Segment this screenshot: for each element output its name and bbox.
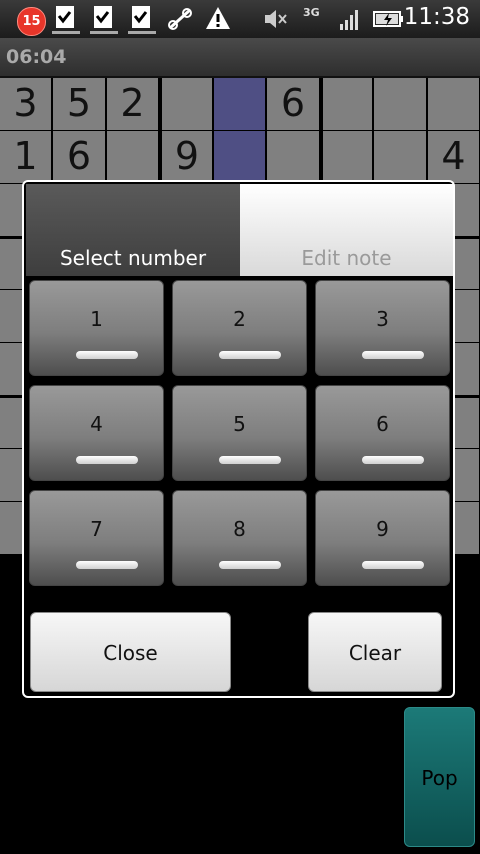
board-cell[interactable]: 3 xyxy=(0,78,51,130)
number-button-3[interactable]: 3 xyxy=(315,280,450,376)
title-bar: 06:04 xyxy=(0,38,480,78)
board-cell[interactable] xyxy=(214,78,265,130)
board-cell[interactable] xyxy=(214,131,265,183)
download-icon xyxy=(88,4,120,40)
number-label: 1 xyxy=(90,307,103,331)
board-cell[interactable]: 6 xyxy=(53,131,105,183)
note-indicator xyxy=(362,561,424,569)
timer: 06:04 xyxy=(6,46,67,68)
number-label: 7 xyxy=(90,517,103,541)
close-button[interactable]: Close xyxy=(30,612,231,692)
warning-icon xyxy=(204,4,232,38)
number-label: 3 xyxy=(376,307,389,331)
board-cell[interactable] xyxy=(267,131,319,183)
number-button-2[interactable]: 2 xyxy=(172,280,307,376)
note-indicator xyxy=(76,561,138,569)
note-indicator xyxy=(76,456,138,464)
number-label: 8 xyxy=(233,517,246,541)
notification-badge: 15 xyxy=(17,7,46,36)
note-indicator xyxy=(219,351,281,359)
number-label: 2 xyxy=(233,307,246,331)
download-icon xyxy=(126,4,158,40)
tab-select-number[interactable]: Select number xyxy=(26,184,240,276)
board-cell[interactable]: 5 xyxy=(53,78,105,130)
clock: 11:38 xyxy=(403,4,470,30)
number-label: 4 xyxy=(90,412,103,436)
network-type: 3G xyxy=(303,6,320,19)
board-cell[interactable] xyxy=(374,78,426,130)
board-cell[interactable] xyxy=(107,131,158,183)
board-cell[interactable] xyxy=(323,131,372,183)
pop-button[interactable]: Pop xyxy=(404,707,475,847)
number-button-9[interactable]: 9 xyxy=(315,490,450,586)
number-label: 9 xyxy=(376,517,389,541)
board-cell[interactable]: 9 xyxy=(162,131,212,183)
download-icon xyxy=(50,4,82,40)
number-button-8[interactable]: 8 xyxy=(172,490,307,586)
number-label: 5 xyxy=(233,412,246,436)
board-cell[interactable] xyxy=(323,78,372,130)
board-cell[interactable] xyxy=(162,78,212,130)
board-cell[interactable]: 1 xyxy=(0,131,51,183)
number-label: 6 xyxy=(376,412,389,436)
note-indicator xyxy=(76,351,138,359)
status-bar: 15 3G 11:38 xyxy=(0,0,480,38)
tab-edit-note[interactable]: Edit note xyxy=(240,184,453,276)
tab-label: Edit note xyxy=(301,246,392,270)
number-button-6[interactable]: 6 xyxy=(315,385,450,481)
number-button-4[interactable]: 4 xyxy=(29,385,164,481)
battery-icon xyxy=(372,4,406,38)
board-cell[interactable] xyxy=(428,78,479,130)
number-button-1[interactable]: 1 xyxy=(29,280,164,376)
note-indicator xyxy=(219,456,281,464)
mute-icon xyxy=(262,4,290,38)
board-cell[interactable]: 6 xyxy=(267,78,319,130)
sync-icon xyxy=(166,4,194,38)
number-button-7[interactable]: 7 xyxy=(29,490,164,586)
board-cell[interactable]: 2 xyxy=(107,78,158,130)
note-indicator xyxy=(219,561,281,569)
board-cell[interactable]: 4 xyxy=(428,131,479,183)
note-indicator xyxy=(362,351,424,359)
board-cell[interactable] xyxy=(374,131,426,183)
note-indicator xyxy=(362,456,424,464)
clear-button[interactable]: Clear xyxy=(308,612,442,692)
number-button-5[interactable]: 5 xyxy=(172,385,307,481)
number-picker-dialog: Select number Edit note 1 2 3 4 5 6 7 8 … xyxy=(22,180,455,698)
signal-icon xyxy=(338,4,362,38)
tab-label: Select number xyxy=(59,246,207,270)
